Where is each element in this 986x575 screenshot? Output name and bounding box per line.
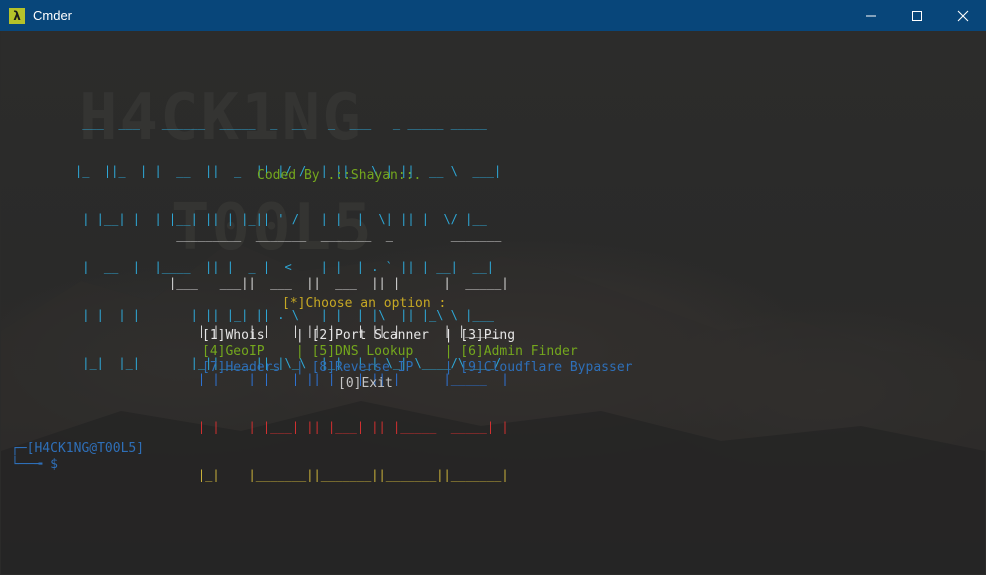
shell-prompt-input[interactable]: └──╼ $ <box>11 457 58 473</box>
maximize-button[interactable] <box>894 0 940 31</box>
shell-prompt-header: ┌─[H4CK1NG@T00L5] <box>11 441 145 456</box>
banner-line: | | | |___| || |___| || |_____ _____| | <box>169 420 509 434</box>
banner-line: |___ ___|| ___ || ___ || | | _____| <box>169 276 509 290</box>
minimize-icon <box>866 15 876 16</box>
maximize-icon <box>912 10 922 21</box>
coded-by-credit: Coded By .::Shayan::. <box>257 168 422 183</box>
window-controls <box>848 0 986 31</box>
menu-row-2: [4]GeoIP | [5]DNS Lookup | [6]Admin Find… <box>202 344 578 359</box>
banner-line: |_| |_______||_______||_______||_______| <box>169 468 509 482</box>
window-title: Cmder <box>33 8 73 23</box>
menu-row-3: [7]Headers | [8]Reverse IP | [9]Cloudfla… <box>202 360 633 375</box>
title-bar[interactable]: λ Cmder <box>0 0 986 31</box>
cmder-window: λ Cmder H4CK1NG T00L5 ___ ___ ______ ___… <box>0 0 986 575</box>
banner-line: _________ _______ _______ _ _______ <box>169 228 502 242</box>
menu-row-1: [1]Whois | [2]Port Scanner | [3]Ping <box>202 328 516 343</box>
terminal-area[interactable]: H4CK1NG T00L5 ___ ___ ______ _____ _ __ … <box>1 31 985 574</box>
lambda-icon: λ <box>9 7 25 24</box>
menu-prompt: [*]Choose an option : <box>282 296 447 311</box>
minimize-button[interactable] <box>848 0 894 31</box>
close-button[interactable] <box>940 0 986 31</box>
close-icon <box>957 10 969 21</box>
menu-exit-option: [0]Exit <box>338 376 393 391</box>
banner-line: ___ ___ ______ _____ _ __ _ ___ _ _____ … <box>75 116 487 130</box>
